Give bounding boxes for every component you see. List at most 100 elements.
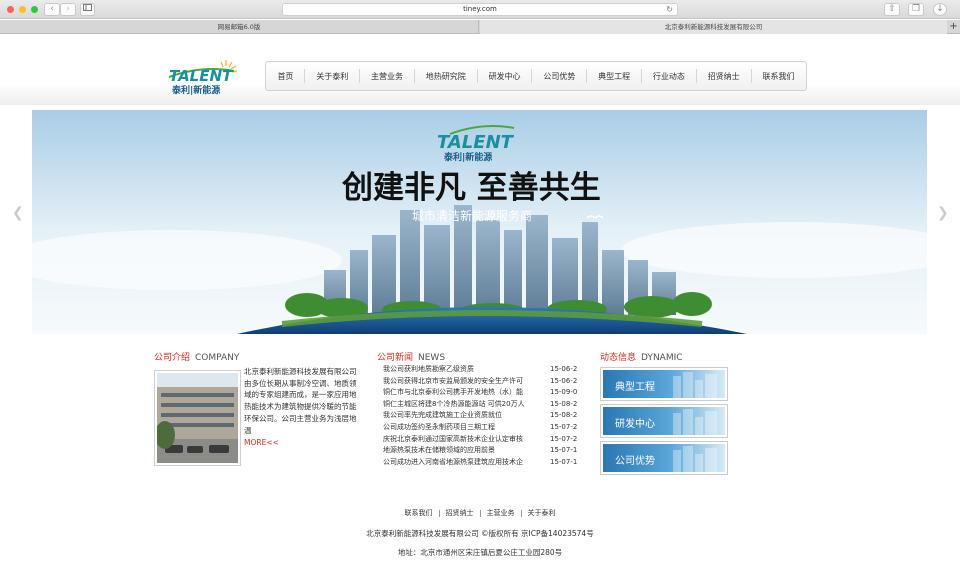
news-date: 15-07-26 — [550, 422, 577, 431]
nav-separator — [531, 69, 533, 83]
news-title-cn: 公司新闻 — [377, 353, 414, 363]
tab-label: 北京泰利新能源科技发展有限公司 — [664, 23, 763, 31]
next-slide-icon[interactable]: ❯ — [937, 205, 949, 221]
forward-button[interactable]: › — [60, 3, 76, 16]
address-bar[interactable]: tiney.com ↻ — [282, 3, 678, 16]
tab-mail[interactable]: 网易邮箱6.0版 — [0, 20, 479, 34]
nav-item[interactable]: 联系我们 — [758, 71, 798, 82]
logo-sub: 泰利|新能源 — [171, 84, 220, 96]
company-title-cn: 公司介绍 — [154, 353, 191, 363]
tabs-overview-icon[interactable]: ❐ — [908, 3, 924, 16]
more-link[interactable]: MORE<< — [244, 438, 279, 447]
news-heading: 公司新闻 NEWS — [377, 350, 587, 363]
company-heading: 公司介绍 COMPANY — [154, 350, 366, 363]
news-date: 15-09-01 — [550, 388, 577, 397]
nav-item[interactable]: 招贤纳士 — [704, 71, 744, 82]
dynamic-image: 研发中心 — [603, 407, 725, 435]
dynamic-title-en: DYNAMIC — [641, 353, 683, 363]
nav-item[interactable]: 主营业务 — [367, 71, 407, 82]
hero-banner: TALENT 泰利|新能源 创建非凡 至善共生 城市清洁新能源服务商 — [32, 110, 927, 334]
sidebar-icon[interactable] — [80, 3, 95, 16]
nav-item[interactable]: 公司优势 — [539, 71, 579, 82]
prev-slide-icon[interactable]: ❮ — [12, 205, 24, 221]
footer-links: 联系我们 招贤纳士 主营业务 关于泰利 — [0, 508, 960, 518]
minimize-window-button[interactable] — [19, 6, 26, 13]
reload-icon[interactable]: ↻ — [666, 4, 673, 15]
news-section: 公司新闻 NEWS 我公司获利地质勘察乙级资质 15-06-23 我公司获得北京市安监… — [377, 350, 587, 466]
dynamic-title-cn: 动态信息 — [600, 353, 637, 363]
share-icon[interactable]: ⇧ — [884, 3, 900, 16]
back-button[interactable]: ‹ — [44, 3, 60, 16]
news-item[interactable]: 我公司获利地质勘察乙级资质 15-06-23 — [377, 364, 577, 376]
footer-link[interactable]: 联系我们 — [399, 509, 439, 517]
news-title[interactable]: 我公司获利地质勘察乙级资质 — [383, 364, 541, 376]
banner-logo-sub: 泰利|新能源 — [443, 151, 492, 163]
footer-link[interactable]: 招贤纳士 — [440, 509, 480, 517]
main-nav: 首页 关于泰利 主营业务 地热研究院 研发中心 公司优势 典型工程 行业动态 招贤纳士 联系我们 — [265, 61, 807, 91]
dynamic-heading: 动态信息 DYNAMIC — [600, 350, 732, 363]
nav-separator — [586, 69, 588, 83]
news-date: 15-07-15 — [550, 457, 577, 466]
news-item[interactable]: 公司成功进入河南省地源热泵建筑应用技术企 15-07-15 — [377, 457, 577, 468]
dynamic-item[interactable]: 研发中心 — [600, 404, 728, 438]
copyright: 北京泰利新能源科技发展有限公司 ©版权所有 京ICP备14023574号 — [366, 529, 594, 538]
url-text: tiney.com — [463, 5, 497, 13]
nav-separator — [413, 69, 415, 83]
tab-bar: 网易邮箱6.0版 北京泰利新能源科技发展有限公司 + — [0, 20, 960, 34]
nav-item[interactable]: 行业动态 — [649, 71, 689, 82]
site-footer: 联系我们 招贤纳士 主营业务 关于泰利 北京泰利新能源科技发展有限公司 ©版权所有 京… — [0, 508, 960, 558]
news-item[interactable]: 铜仁主城区将建8个冷热源能源站 可供20万人 15-08-27 — [377, 399, 577, 411]
new-tab-button[interactable]: + — [947, 20, 960, 34]
news-item[interactable]: 铜仁市与北京泰利公司携手开发地热（水）能 15-09-01 — [377, 387, 577, 399]
nav-item[interactable]: 关于泰利 — [312, 71, 352, 82]
dynamic-label: 研发中心 — [615, 419, 655, 430]
nav-separator — [695, 69, 697, 83]
nav-item[interactable]: 地热研究院 — [422, 71, 470, 82]
news-title[interactable]: 铜仁主城区将建8个冷热源能源站 可供20万人 — [383, 399, 541, 411]
nav-separator — [641, 69, 643, 83]
news-title-en: NEWS — [418, 353, 446, 363]
banner-logo: TALENT — [437, 132, 515, 153]
dynamic-image: 典型工程 — [603, 370, 725, 398]
news-title[interactable]: 公司成功签约圣永制药项目三期工程 — [383, 422, 541, 434]
news-item[interactable]: 公司成功签约圣永制药项目三期工程 15-07-26 — [377, 422, 577, 434]
news-title[interactable]: 我公司获得北京市安监局颁发的安全生产许可 — [383, 376, 541, 388]
site-header: TALENT 泰利|新能源 首页 关于泰利 主营业务 地热研究院 研发中心 公司优势 典型工… — [0, 35, 960, 105]
company-photo[interactable] — [154, 370, 241, 466]
dynamic-label: 典型工程 — [615, 382, 655, 393]
news-date: 15-06-23 — [550, 365, 577, 373]
tab-company[interactable]: 北京泰利新能源科技发展有限公司 — [480, 20, 947, 34]
dynamic-section: 动态信息 DYNAMIC 典型工程研发中心公司优势 — [600, 350, 732, 475]
news-title[interactable]: 铜仁市与北京泰利公司携手开发地热（水）能 — [383, 387, 541, 399]
news-item[interactable]: 我公司获得北京市安监局颁发的安全生产许可 15-06-22 — [377, 376, 577, 388]
news-item[interactable]: 庆祝北京泰利通过国家高新技术企业认定审核 15-07-22 — [377, 434, 577, 446]
logo-brand: TALENT — [169, 67, 234, 85]
zoom-window-button[interactable] — [31, 6, 38, 13]
news-item[interactable]: 我公司率先完成建筑施工企业资质就位 15-08-26 — [377, 410, 577, 422]
nav-separator — [476, 69, 478, 83]
news-date: 15-06-22 — [550, 376, 577, 385]
company-logo[interactable]: TALENT 泰利|新能源 — [166, 57, 238, 97]
news-item[interactable]: 地源热泵技术在储粮领域的应用前景 15-07-17 — [377, 445, 577, 457]
news-title[interactable]: 庆祝北京泰利通过国家高新技术企业认定审核 — [383, 434, 541, 446]
nav-separator — [359, 69, 361, 83]
nav-item[interactable]: 研发中心 — [485, 71, 525, 82]
nav-item[interactable]: 首页 — [273, 71, 297, 82]
news-title[interactable]: 地源热泵技术在储粮领域的应用前景 — [383, 445, 541, 457]
news-title[interactable]: 我公司率先完成建筑施工企业资质就位 — [383, 410, 541, 422]
banner-subtitle: 城市清洁新能源服务商 — [412, 208, 532, 223]
footer-link[interactable]: 主营业务 — [481, 509, 521, 517]
downloads-icon[interactable]: ↓ — [933, 3, 947, 16]
news-title[interactable]: 公司成功进入河南省地源热泵建筑应用技术企 — [383, 457, 541, 468]
dynamic-label: 公司优势 — [615, 456, 655, 467]
dynamic-item[interactable]: 典型工程 — [600, 367, 728, 401]
footer-link[interactable]: 关于泰利 — [522, 509, 562, 517]
close-window-button[interactable] — [7, 6, 14, 13]
dynamic-item[interactable]: 公司优势 — [600, 441, 728, 475]
company-description: 北京泰利新能源科技发展有限公司由多位长期从事制冷空调、地质领域的专家组建而成，是… — [244, 367, 357, 435]
browser-toolbar: ‹ › tiney.com ↻ ⇧ ❐ ↓ — [0, 0, 960, 19]
dynamic-image: 公司优势 — [603, 444, 725, 472]
nav-separator — [750, 69, 752, 83]
news-date: 15-07-22 — [550, 434, 577, 443]
nav-item[interactable]: 典型工程 — [594, 71, 634, 82]
